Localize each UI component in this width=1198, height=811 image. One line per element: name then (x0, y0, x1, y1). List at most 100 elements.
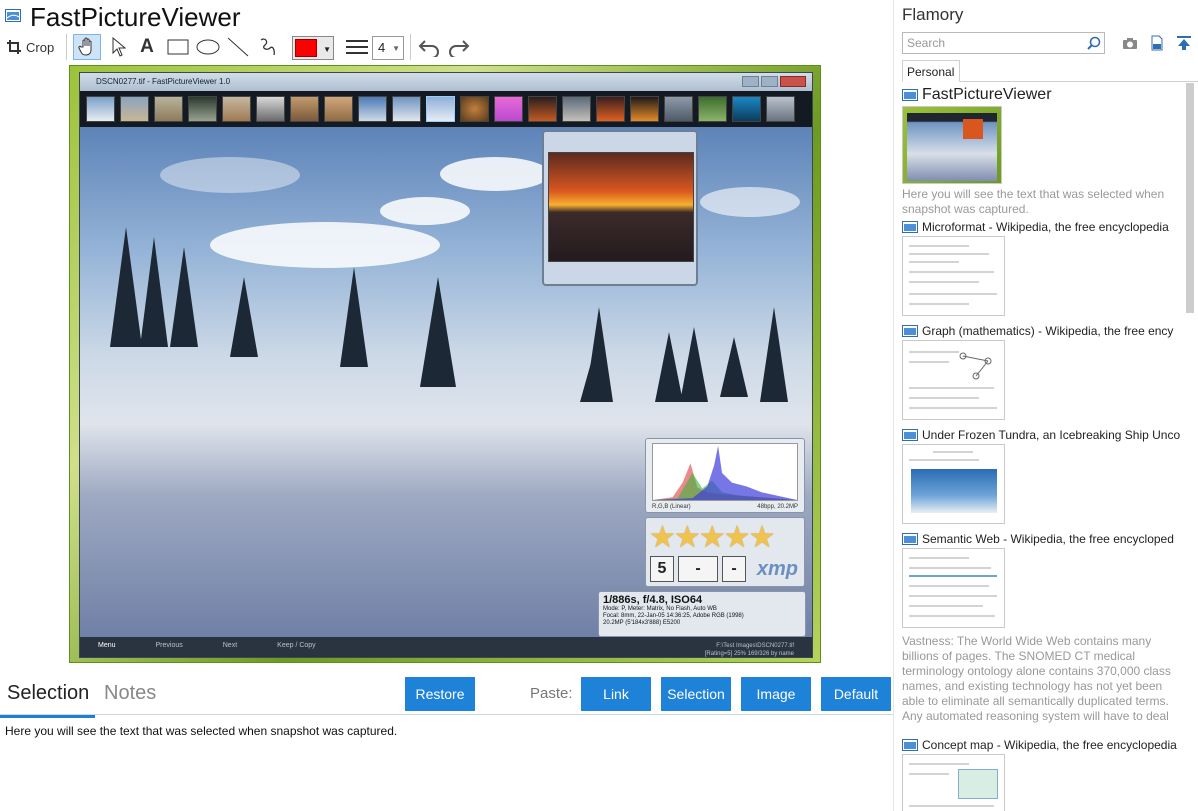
camera-icon[interactable] (1122, 35, 1138, 51)
list-item[interactable]: Semantic Web - Wikipedia, the free encyc… (902, 532, 1182, 726)
document-icon[interactable] (1149, 35, 1165, 51)
thumbnail-line (909, 351, 959, 353)
list-item-header: FastPictureViewer (902, 86, 1182, 104)
thumbnail (154, 96, 183, 122)
xmp-logo: xmp (756, 558, 798, 580)
hand-tool-button[interactable] (73, 34, 101, 60)
line-width-icon (346, 40, 368, 54)
thumbnail-line (909, 575, 997, 577)
thumbnail-photo (911, 469, 997, 513)
list-item-title: Concept map - Wikipedia, the free encycl… (922, 738, 1177, 752)
list-item[interactable]: FastPictureViewer Here you will see the … (902, 86, 1182, 217)
cloud (380, 197, 470, 225)
freehand-tool-button[interactable] (256, 34, 280, 60)
list-item-header: Semantic Web - Wikipedia, the free encyc… (902, 532, 1182, 546)
paste-selection-button[interactable]: Selection (661, 677, 731, 711)
ellipse-icon (196, 39, 220, 55)
cursor-arrow-icon (112, 37, 126, 57)
thumbnail (358, 96, 387, 122)
text-tool-button[interactable]: A (136, 34, 158, 60)
paste-image-button[interactable]: Image (741, 677, 811, 711)
list-item-header: Microformat - Wikipedia, the free encycl… (902, 220, 1182, 234)
rating-boxes: 5 - - (650, 556, 746, 582)
minimize-icon (742, 76, 759, 87)
page-icon (902, 429, 918, 441)
list-item-thumbnail (902, 106, 1002, 184)
histogram-panel: R,G,B (Linear) 48bpp, 20.2MP (645, 438, 805, 513)
restore-button[interactable]: Restore (405, 677, 475, 711)
histogram-info: 48bpp, 20.2MP (757, 504, 798, 510)
snapshot-editor: FastPictureViewer Crop A ▼ 4 ▼ DSCN0277.… (0, 0, 893, 811)
thumbnail (86, 96, 115, 122)
list-item[interactable]: Graph (mathematics) - Wikipedia, the fre… (902, 324, 1182, 420)
pointer-tool-button[interactable] (108, 34, 130, 60)
paste-default-button[interactable]: Default (821, 677, 891, 711)
thumbnail-line (909, 281, 979, 283)
thumbnail (562, 96, 591, 122)
rectangle-tool-button[interactable] (165, 34, 191, 60)
snapshot-image[interactable]: DSCN0277.tif - FastPictureViewer 1.0 R,G… (69, 65, 821, 663)
freehand-icon (260, 38, 275, 56)
thumbnail (222, 96, 251, 122)
thumbnail (256, 96, 285, 122)
thumbnail-line (933, 451, 973, 453)
tree (140, 237, 168, 347)
cloud (210, 222, 440, 268)
rating-flag: - (678, 556, 718, 582)
search-placeholder: Search (907, 36, 946, 50)
status-keep: Keep / Copy (277, 642, 316, 649)
thumbnail-line (909, 773, 949, 775)
status-path: F:\Test Images\DSCN0277.tif (716, 643, 794, 649)
line-width-select[interactable]: 4 ▼ (372, 36, 404, 60)
line-width-button[interactable] (344, 34, 370, 60)
loupe-image (548, 152, 694, 262)
page-icon (902, 325, 918, 337)
window-icon (5, 9, 21, 22)
thumbnail (290, 96, 319, 122)
tab-notes[interactable]: Notes (104, 682, 156, 705)
toolbar-divider (66, 34, 67, 60)
stroke-color-picker[interactable]: ▼ (292, 36, 334, 60)
line-width-value: 4 (378, 40, 386, 55)
ellipse-tool-button[interactable] (195, 34, 221, 60)
page-icon (902, 533, 918, 545)
tab-personal[interactable]: Personal (902, 60, 960, 82)
tree (230, 277, 258, 357)
cloud (700, 187, 800, 217)
undo-button[interactable] (416, 34, 442, 60)
thumbnail-line (909, 303, 969, 305)
thumbnail-line (909, 387, 994, 389)
page-icon (902, 221, 918, 233)
snapshot-list: FastPictureViewer Here you will see the … (902, 86, 1182, 811)
thumbnail-diagram (958, 769, 998, 799)
redo-button[interactable] (446, 34, 472, 60)
thumbnail (732, 96, 761, 122)
thumbnail (664, 96, 693, 122)
thumbnail (426, 96, 455, 122)
thumbnail-line (909, 293, 997, 295)
tree (340, 267, 368, 367)
tab-selection[interactable]: Selection (0, 682, 96, 718)
thumbnail-line (909, 615, 995, 617)
sidebar-scrollbar[interactable] (1186, 83, 1194, 313)
selection-text: Here you will see the text that was sele… (5, 724, 398, 738)
search-input[interactable]: Search (902, 32, 1105, 54)
crop-button[interactable]: Crop (6, 34, 62, 60)
tree (170, 247, 198, 347)
captured-window-title: DSCN0277.tif - FastPictureViewer 1.0 (96, 77, 231, 86)
paste-link-button[interactable]: Link (581, 677, 651, 711)
chevron-down-icon: ▼ (392, 44, 400, 53)
toolbar-divider (410, 34, 411, 60)
graph-diagram-icon (959, 352, 992, 380)
pin-top-icon[interactable] (1176, 35, 1192, 51)
line-tool-button[interactable] (226, 34, 250, 60)
sidebar-brand: Flamory (902, 5, 964, 24)
list-item-header: Under Frozen Tundra, an Icebreaking Ship… (902, 428, 1182, 442)
list-item-description: Here you will see the text that was sele… (902, 187, 1165, 216)
list-item[interactable]: Under Frozen Tundra, an Icebreaking Ship… (902, 428, 1182, 524)
annotation-toolbar: Crop A ▼ 4 ▼ (0, 32, 893, 62)
thumbnail (630, 96, 659, 122)
thumbnail-line (909, 595, 997, 597)
list-item[interactable]: Concept map - Wikipedia, the free encycl… (902, 738, 1182, 811)
list-item[interactable]: Microformat - Wikipedia, the free encycl… (902, 220, 1182, 316)
